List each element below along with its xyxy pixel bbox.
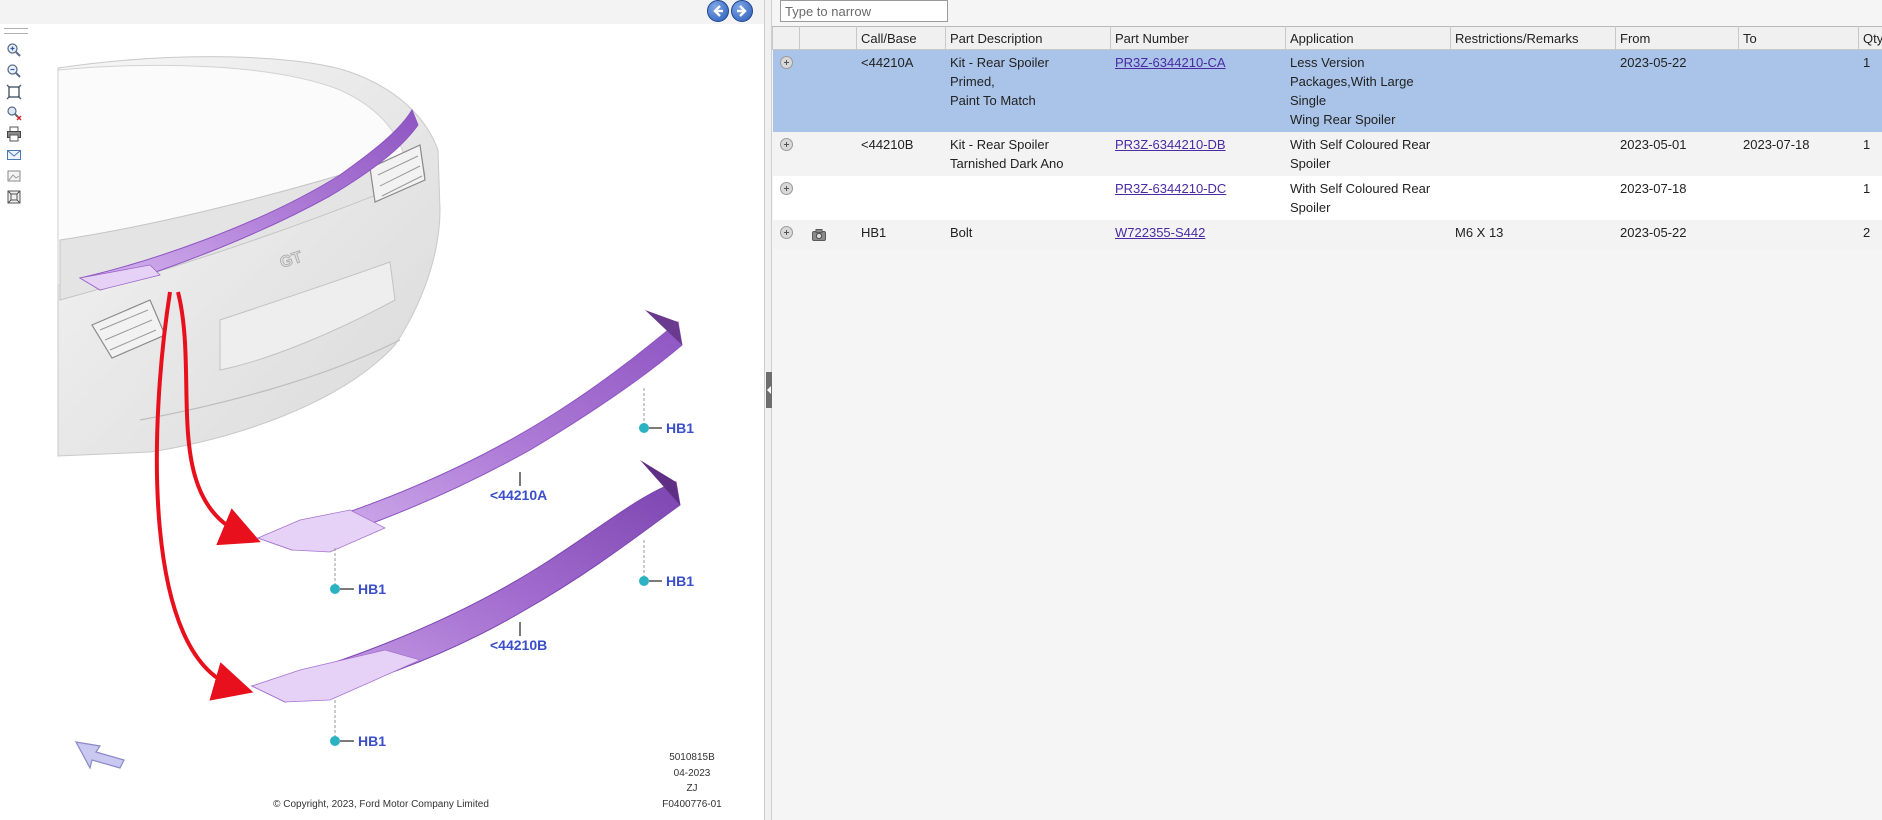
part-number-link[interactable]: PR3Z-6344210-DC	[1115, 181, 1226, 196]
column-header-expand[interactable]	[772, 26, 800, 50]
column-header-part-number[interactable]: Part Number	[1110, 26, 1286, 50]
column-header-from[interactable]: From	[1615, 26, 1739, 50]
part-number-link[interactable]: W722355-S442	[1115, 225, 1205, 240]
table-row[interactable]: PR3Z-6344210-DC With Self Coloured Rear …	[772, 176, 1882, 220]
bolt-label: HB1	[358, 733, 386, 749]
bolt-callout-bottom-left: HB1	[330, 700, 386, 749]
to-date-cell	[1738, 176, 1859, 220]
bolt-label: HB1	[666, 573, 694, 589]
from-date-cell: 2023-05-22	[1615, 220, 1739, 249]
from-date-cell: 2023-05-01	[1615, 132, 1739, 176]
part-number-link[interactable]: PR3Z-6344210-DB	[1115, 137, 1226, 152]
copyright-text: © Copyright, 2023, Ford Motor Company Li…	[273, 799, 489, 810]
camera-icon[interactable]	[812, 227, 826, 246]
remarks-cell	[1450, 176, 1616, 220]
column-header-part-description[interactable]: Part Description	[945, 26, 1111, 50]
parts-table: Call/Base Part Description Part Number A…	[772, 26, 1882, 249]
call-base-cell: HB1	[856, 220, 946, 249]
stamp-line-1: 5010815B	[669, 752, 715, 763]
column-header-restrictions-remarks[interactable]: Restrictions/Remarks	[1450, 26, 1616, 50]
application-cell: With Self Coloured Rear Spoiler	[1285, 132, 1451, 176]
callout-44210a-label[interactable]: <44210A	[490, 487, 547, 503]
parts-list-pane: Call/Base Part Description Part Number A…	[772, 0, 1882, 820]
bolt-callout-top-right: HB1	[639, 388, 694, 436]
to-date-cell	[1738, 49, 1859, 132]
part-description-cell: Bolt	[945, 220, 1111, 249]
diagram-pane: GT HB1 HB1 HB1 HB1 <44210A <44210B 50108…	[0, 0, 764, 820]
remarks-cell	[1450, 132, 1616, 176]
column-header-to[interactable]: To	[1738, 26, 1859, 50]
table-row[interactable]: <44210A Kit - Rear Spoiler Primed, Paint…	[772, 49, 1882, 132]
call-base-cell: <44210A	[856, 49, 946, 132]
application-cell	[1285, 220, 1451, 249]
call-base-cell: <44210B	[856, 132, 946, 176]
callout-44210b[interactable]: <44210B	[490, 622, 547, 653]
part-description-cell	[945, 176, 1111, 220]
bolt-callout-mid-left: HB1	[330, 548, 386, 597]
illustration-stamp: 5010815B 04-2023 ZJ F0400776-01	[662, 752, 722, 810]
part-number-link[interactable]: PR3Z-6344210-CA	[1115, 55, 1226, 70]
stamp-line-3: ZJ	[686, 783, 697, 794]
application-cell: With Self Coloured Rear Spoiler	[1285, 176, 1451, 220]
to-date-cell: 2023-07-18	[1738, 132, 1859, 176]
bolt-label: HB1	[666, 420, 694, 436]
qty-cell: 1	[1858, 132, 1882, 176]
bolt-label: HB1	[358, 581, 386, 597]
stamp-line-2: 04-2023	[674, 768, 711, 779]
callout-44210a[interactable]: <44210A	[490, 472, 547, 503]
expand-row-button[interactable]	[780, 56, 793, 69]
qty-cell: 2	[1858, 220, 1882, 249]
column-header-qty[interactable]: Qty	[1858, 26, 1882, 50]
to-date-cell	[1738, 220, 1859, 249]
call-base-cell	[856, 176, 946, 220]
remarks-cell: M6 X 13	[1450, 220, 1616, 249]
qty-cell: 1	[1858, 176, 1882, 220]
filter-input[interactable]	[780, 0, 948, 22]
view-direction-arrow-icon	[74, 741, 125, 770]
callout-44210b-label[interactable]: <44210B	[490, 637, 547, 653]
expand-row-button[interactable]	[780, 138, 793, 151]
bolt-callout-mid-right: HB1	[639, 540, 694, 589]
part-description-cell: Kit - Rear Spoiler Tarnished Dark Ano	[945, 132, 1111, 176]
table-row[interactable]: HB1 Bolt W722355-S442 M6 X 13 2023-05-22…	[772, 220, 1882, 249]
column-header-application[interactable]: Application	[1285, 26, 1451, 50]
column-header-call-base[interactable]: Call/Base	[856, 26, 946, 50]
vehicle-rear-illustration: GT	[57, 56, 441, 457]
spoiler-44210b-illustration	[250, 460, 681, 703]
epc-window: GT HB1 HB1 HB1 HB1 <44210A <44210B 50108…	[0, 0, 1882, 820]
column-header-photo[interactable]	[799, 26, 857, 50]
expand-row-button[interactable]	[780, 226, 793, 239]
qty-cell: 1	[1858, 49, 1882, 132]
exploded-diagram: GT HB1 HB1 HB1 HB1 <44210A <44210B 50108…	[57, 56, 722, 810]
pane-splitter[interactable]	[764, 0, 772, 820]
from-date-cell: 2023-07-18	[1615, 176, 1739, 220]
from-date-cell: 2023-05-22	[1615, 49, 1739, 132]
stamp-line-4: F0400776-01	[662, 799, 722, 810]
expand-row-button[interactable]	[780, 182, 793, 195]
table-row[interactable]: <44210B Kit - Rear Spoiler Tarnished Dar…	[772, 132, 1882, 176]
part-description-cell: Kit - Rear Spoiler Primed, Paint To Matc…	[945, 49, 1111, 132]
remarks-cell	[1450, 49, 1616, 132]
application-cell: Less Version Packages,With Large Single …	[1285, 49, 1451, 132]
table-header-row: Call/Base Part Description Part Number A…	[772, 26, 1882, 50]
